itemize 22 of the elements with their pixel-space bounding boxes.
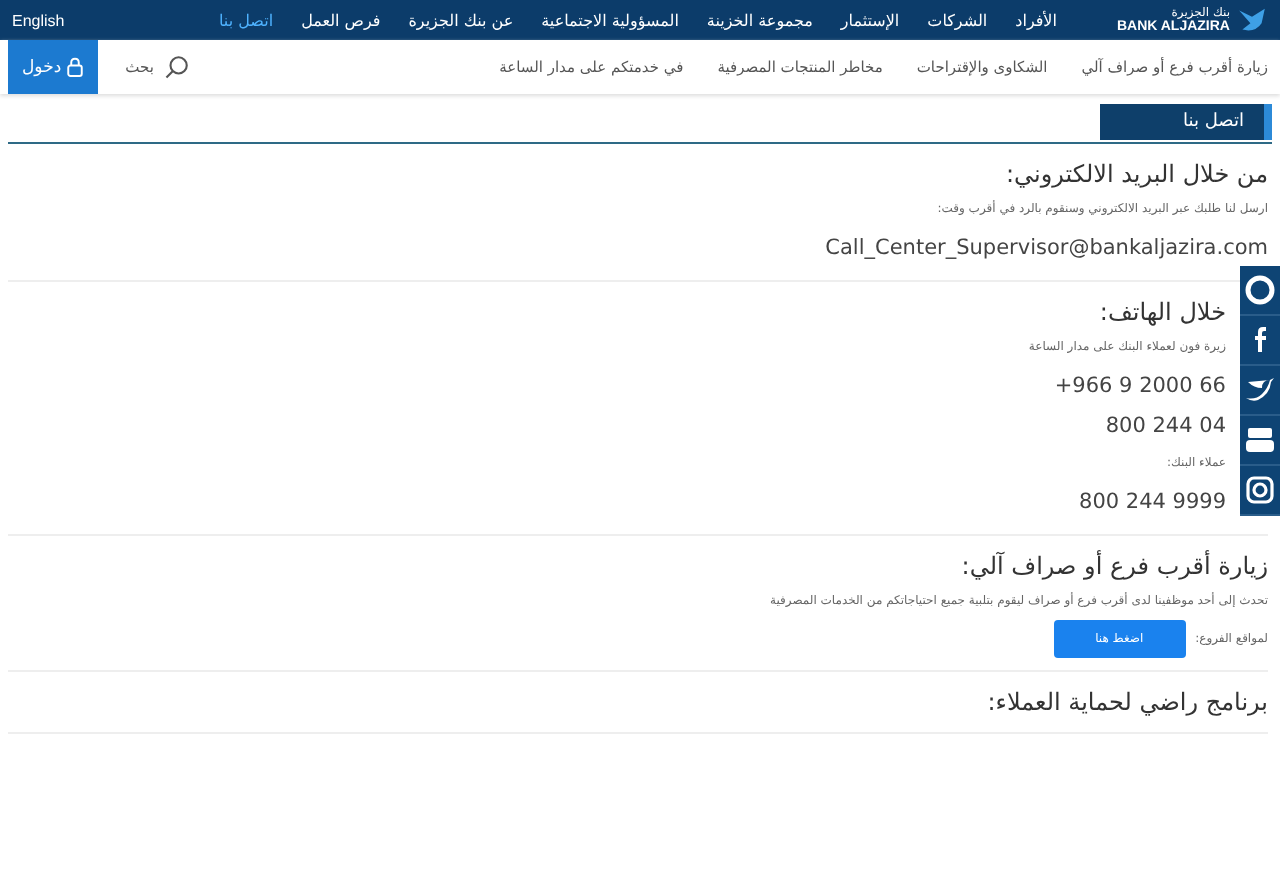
section-heading: خلال الهاتف:	[1097, 296, 1226, 330]
nav-link[interactable]: الأفراد	[1015, 11, 1057, 29]
section-heading: برنامج راضي لحماية العملاء:	[985, 686, 1268, 720]
nav-link[interactable]: الإستثمار	[840, 11, 900, 29]
section-heading: زيارة أقرب فرع أو صراف آلي:	[959, 548, 1268, 584]
nav-link[interactable]: اتصل بنا	[218, 11, 274, 29]
page-title: اتصل بنا	[1099, 104, 1272, 140]
search-icon[interactable]	[163, 54, 190, 80]
language-link[interactable]: English	[12, 11, 65, 29]
contact-value: +966 9 2000 66	[1052, 372, 1226, 402]
login-button[interactable]: دخول	[8, 40, 98, 94]
nav-link[interactable]: مجموعة الخزينة	[706, 11, 813, 29]
nav-link[interactable]: عن بنك الجزيرة	[408, 11, 514, 29]
bird-logo-icon	[1236, 6, 1268, 34]
contact-value: 800 244 9999	[1077, 488, 1226, 518]
nav-link[interactable]: المسؤولية الاجتماعية	[541, 11, 679, 29]
nav-link[interactable]: فرص العمل	[301, 11, 381, 29]
contact-value: 800 244 04	[1103, 412, 1226, 442]
nav-link[interactable]: الشركات	[927, 11, 988, 29]
lock-icon	[65, 56, 84, 78]
contact-value: Call_Center_Supervisor@bankaljazira.com	[823, 234, 1268, 264]
section-heading: من خلال البريد الالكتروني:	[1003, 158, 1268, 192]
